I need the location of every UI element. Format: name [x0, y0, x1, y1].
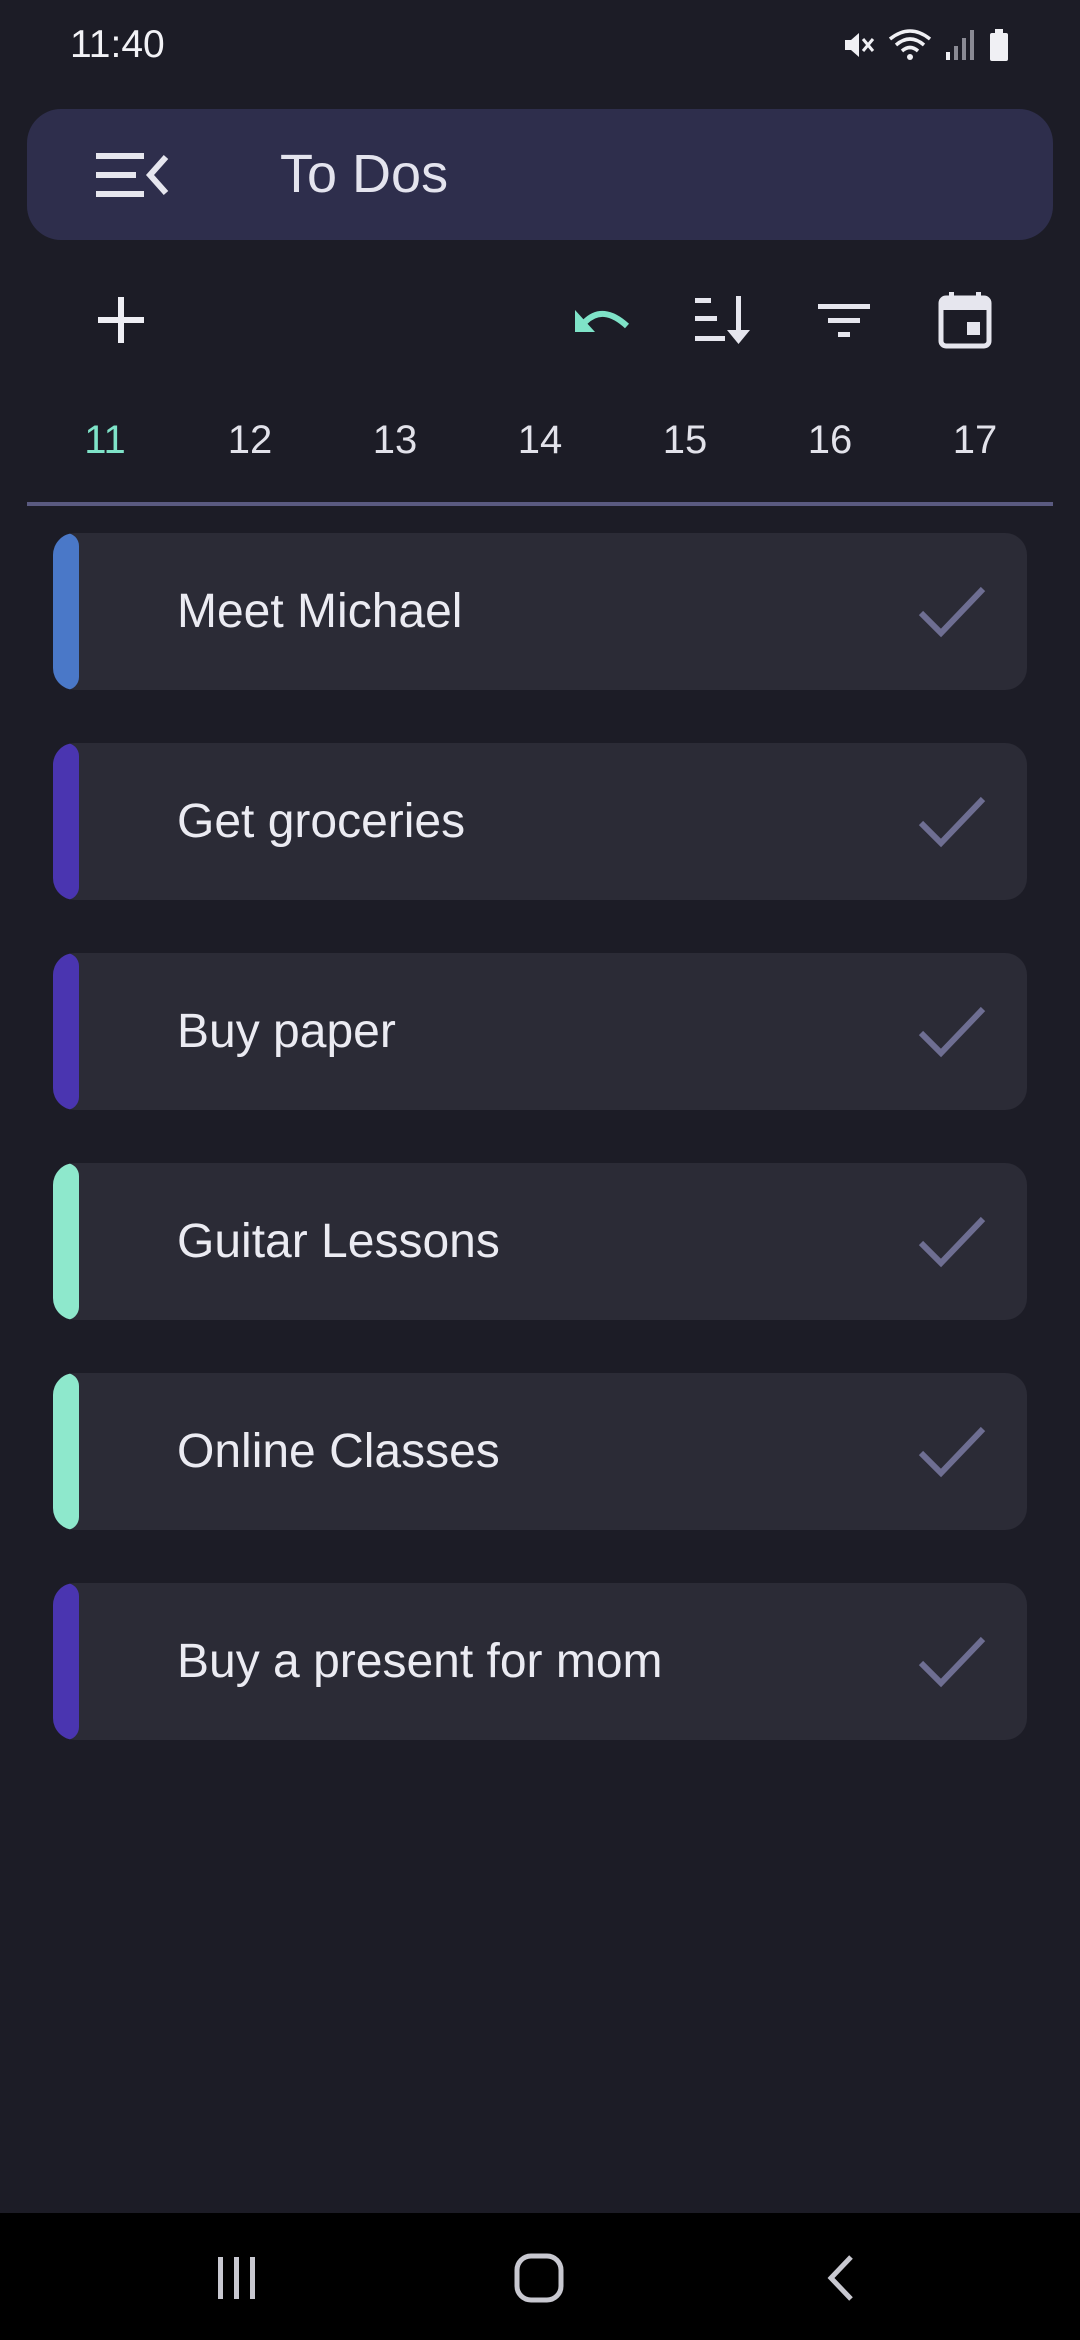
filter-icon — [818, 304, 870, 337]
divider — [27, 502, 1053, 506]
menu-button[interactable] — [82, 137, 182, 213]
date-tab[interactable]: 11 — [65, 400, 145, 480]
status-time: 11:40 — [70, 23, 165, 66]
calendar-button[interactable] — [925, 280, 1005, 360]
todo-item[interactable]: Buy paper — [53, 953, 1027, 1110]
todo-label: Buy a present for mom — [177, 1635, 663, 1688]
checkmark-icon — [918, 1636, 986, 1688]
date-tab[interactable]: 17 — [935, 400, 1015, 480]
sort-button[interactable] — [683, 280, 763, 360]
signal-icon — [944, 28, 976, 62]
screen: 11:40 To Dos 11 12 13 14 15 16 17 Meet M… — [0, 0, 1080, 2340]
complete-button[interactable] — [917, 579, 987, 643]
undo-icon — [575, 310, 630, 332]
checkmark-icon — [918, 1426, 986, 1478]
category-stripe — [53, 953, 79, 1110]
page-title: To Dos — [280, 144, 449, 204]
sort-icon — [695, 296, 750, 344]
back-button[interactable] — [786, 2233, 896, 2323]
category-stripe — [53, 1163, 79, 1320]
date-tab[interactable]: 14 — [500, 400, 580, 480]
status-bar: 11:40 — [0, 0, 1080, 90]
wifi-icon — [888, 27, 932, 63]
home-button[interactable] — [484, 2233, 594, 2323]
battery-icon — [988, 28, 1010, 62]
mute-icon — [840, 27, 876, 63]
checkmark-icon — [918, 1216, 986, 1268]
add-button[interactable] — [81, 280, 161, 360]
category-stripe — [53, 1373, 79, 1530]
date-tab[interactable]: 13 — [355, 400, 435, 480]
complete-button[interactable] — [917, 1419, 987, 1483]
complete-button[interactable] — [917, 1629, 987, 1693]
todo-item[interactable]: Buy a present for mom — [53, 1583, 1027, 1740]
recents-icon — [218, 2257, 255, 2299]
checkmark-icon — [918, 1006, 986, 1058]
category-stripe — [53, 743, 79, 900]
app-bar: To Dos — [27, 109, 1053, 240]
complete-button[interactable] — [917, 789, 987, 853]
todo-label: Online Classes — [177, 1425, 500, 1478]
todo-item[interactable]: Online Classes — [53, 1373, 1027, 1530]
todo-list: Meet Michael Get groceries Buy paper Gui… — [53, 533, 1027, 1793]
add-icon — [98, 297, 144, 343]
date-tab[interactable]: 12 — [210, 400, 290, 480]
complete-button[interactable] — [917, 1209, 987, 1273]
calendar-icon — [938, 292, 992, 349]
home-icon — [514, 2253, 564, 2303]
complete-button[interactable] — [917, 999, 987, 1063]
checkmark-icon — [918, 586, 986, 638]
todo-label: Get groceries — [177, 795, 466, 848]
system-nav-bar — [0, 2213, 1080, 2340]
todo-item[interactable]: Guitar Lessons — [53, 1163, 1027, 1320]
back-icon — [827, 2255, 853, 2301]
todo-label: Buy paper — [177, 1005, 396, 1058]
status-icons — [840, 27, 1010, 63]
date-tab[interactable]: 15 — [645, 400, 725, 480]
toolbar — [0, 280, 1080, 360]
menu-collapse-icon — [96, 153, 169, 197]
recents-button[interactable] — [182, 2233, 292, 2323]
date-tab[interactable]: 16 — [790, 400, 870, 480]
todo-item[interactable]: Meet Michael — [53, 533, 1027, 690]
category-stripe — [53, 1583, 79, 1740]
todo-label: Meet Michael — [177, 585, 463, 638]
date-tabs: 11 12 13 14 15 16 17 — [65, 400, 1015, 480]
checkmark-icon — [918, 796, 986, 848]
undo-button[interactable] — [562, 280, 642, 360]
todo-label: Guitar Lessons — [177, 1215, 500, 1268]
filter-button[interactable] — [804, 280, 884, 360]
todo-item[interactable]: Get groceries — [53, 743, 1027, 900]
category-stripe — [53, 533, 79, 690]
